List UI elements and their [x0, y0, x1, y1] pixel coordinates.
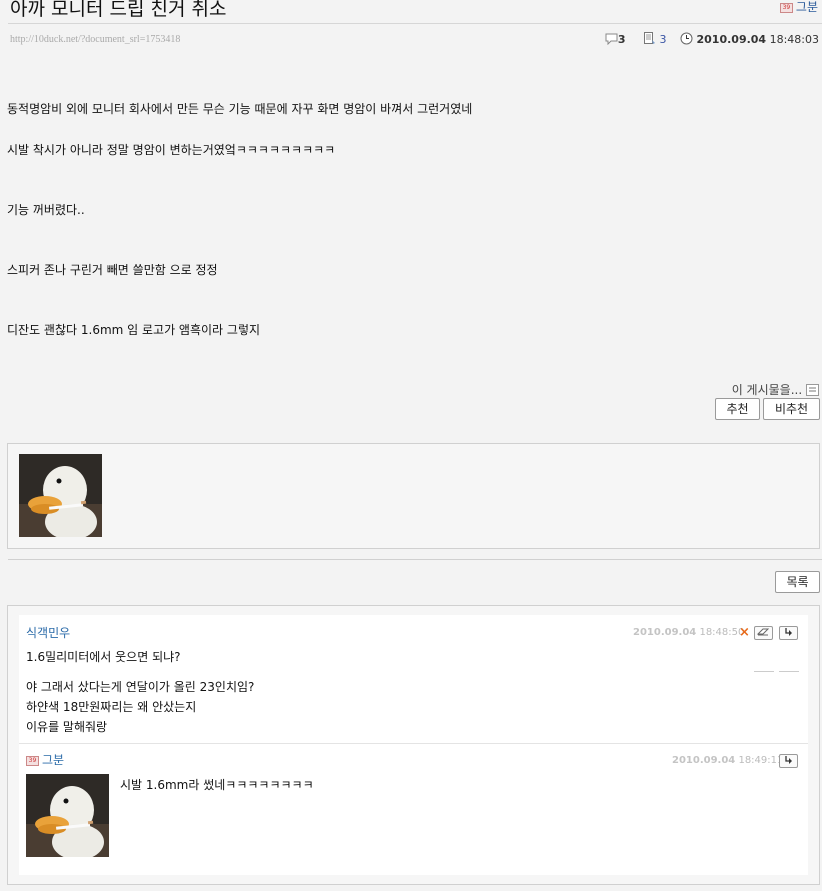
- author-name[interactable]: 그분: [796, 0, 818, 14]
- post-date: 2010.09.04: [696, 33, 767, 46]
- paragraph: 스피커 존나 구린거 빼면 쓸만함 으로 정정: [7, 263, 218, 277]
- comment-author[interactable]: 39 그분: [26, 751, 64, 768]
- paragraph: 시발 착시가 아니라 정말 명암이 변하는거였엌ㅋㅋㅋㅋㅋㅋㅋㅋㅋ: [7, 143, 336, 157]
- paragraph: 동적명암비 외에 모니터 회사에서 만든 무슨 기능 때문에 자꾸 화면 명암이…: [7, 102, 473, 116]
- paragraph: 기능 꺼버렸다..: [7, 203, 85, 217]
- reply-arrow-icon[interactable]: [779, 626, 798, 640]
- report-menu[interactable]: 이 게시물을...: [732, 381, 820, 398]
- comment-time: 18:48:50: [699, 627, 745, 638]
- signature-panel: [7, 443, 820, 549]
- comment-author[interactable]: 식객민우: [26, 624, 70, 641]
- button-shadow: [779, 665, 799, 672]
- comment-count: 3: [617, 33, 626, 46]
- comment-date-day: 2010.09.04: [672, 755, 736, 766]
- paragraph: 디잔도 괜찮다 1.6mm 임 로고가 앰흑이라 그렇지: [7, 323, 261, 337]
- report-label[interactable]: 이 게시물을...: [732, 383, 802, 397]
- clock-icon: [680, 32, 693, 48]
- not-recommend-button[interactable]: 비추천: [763, 398, 820, 420]
- list-button[interactable]: 목록: [775, 571, 820, 593]
- section-divider: [8, 559, 822, 560]
- button-shadow: [754, 665, 774, 672]
- level-badge-icon: 39: [779, 2, 793, 13]
- post-time: 18:48:03: [769, 33, 819, 46]
- close-icon[interactable]: ×: [739, 625, 750, 640]
- read-count: 3: [659, 33, 667, 46]
- level-badge-icon: 39: [26, 755, 39, 766]
- menu-icon[interactable]: [806, 384, 820, 397]
- recommend-button[interactable]: 추천: [715, 398, 760, 420]
- post-author[interactable]: 39 그분: [779, 0, 818, 15]
- comment-divider: [19, 743, 808, 744]
- document-icon: [643, 32, 656, 48]
- post-url[interactable]: http://10duck.net/?document_srl=1753418: [10, 34, 180, 45]
- comment-date: 2010.09.04 18:49:11: [672, 755, 783, 766]
- comment-time: 18:49:11: [738, 755, 784, 766]
- post-title: 아까 모니터 드립 친거 취소: [10, 0, 227, 20]
- profile-image: [19, 454, 102, 537]
- comment-author-name[interactable]: 그분: [42, 753, 64, 767]
- reply-arrow-icon[interactable]: [779, 754, 798, 768]
- post-meta: 3 3 2010.09.04 18:48:03: [605, 32, 819, 48]
- speech-bubble-icon: [605, 33, 618, 48]
- comment-date: 2010.09.04 18:48:50: [633, 627, 744, 638]
- comment-line: 야 그래서 샀다는게 연달이가 올린 23인치임?: [26, 680, 255, 694]
- comment-date-day: 2010.09.04: [633, 627, 697, 638]
- header-divider: [8, 23, 822, 24]
- comment-line: 하얀색 18만원짜리는 왜 안샀는지: [26, 700, 197, 714]
- comment-avatar: [26, 774, 109, 857]
- comment-line: 시발 1.6mm라 썼네ㅋㅋㅋㅋㅋㅋㅋㅋ: [120, 778, 314, 792]
- eraser-icon[interactable]: [754, 626, 773, 640]
- comment-line: 이유를 말해줘랑: [26, 720, 108, 734]
- comment-line: 1.6밀리미터에서 웃으면 되냐?: [26, 650, 181, 664]
